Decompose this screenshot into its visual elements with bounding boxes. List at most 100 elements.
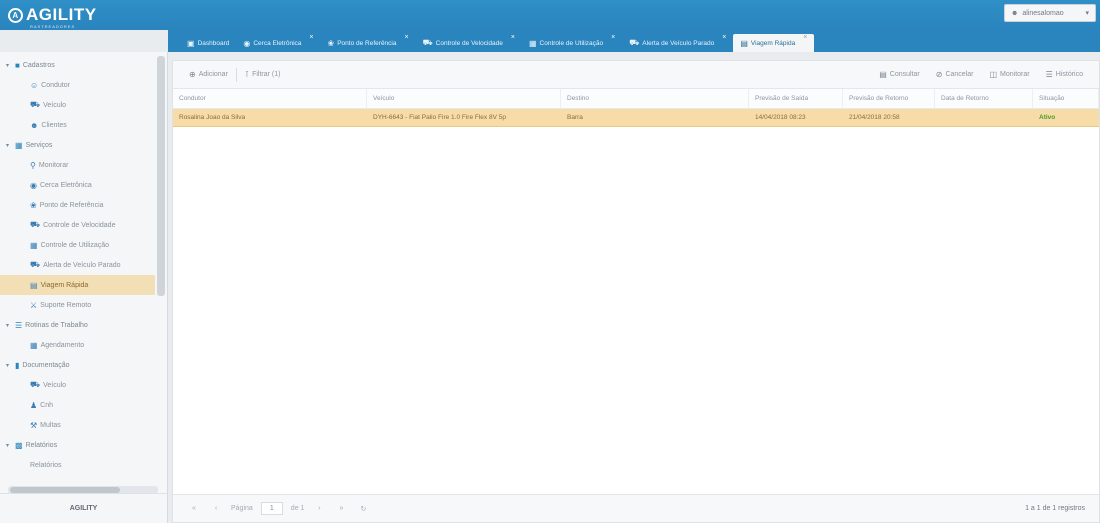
sidebar-group-cadastros[interactable]: ▾ ■ Cadastros [0, 55, 155, 75]
history-button[interactable]: ☰ Histórico [1038, 66, 1091, 84]
close-icon[interactable]: × [611, 34, 615, 41]
app-logo[interactable]: A AGILITY [8, 5, 97, 25]
chevron-down-icon: ▾ [6, 442, 10, 449]
column-header-previsao-saida[interactable]: Previsão de Saída [749, 88, 843, 109]
sidebar-item-viagem-rapida[interactable]: ▤ Viagem Rápida [0, 275, 155, 295]
sidebar-item-multas[interactable]: ⚒ Multas [0, 415, 155, 435]
sidebar-scroll-thumb[interactable] [157, 56, 165, 296]
monitor-button[interactable]: ◫ Monitorar [981, 66, 1037, 84]
user-menu[interactable]: ☻ alinesalomao ▾ [1004, 4, 1096, 22]
globe-icon: ❀ [30, 200, 37, 210]
support-icon: ⚔ [30, 300, 38, 310]
user-icon: ♟ [30, 400, 38, 410]
monitor-icon: ▣ [187, 38, 195, 48]
sidebar-item-condutor[interactable]: ☺ Condutor [0, 75, 155, 95]
first-page-button[interactable]: « [187, 505, 201, 512]
document-icon: ▤ [879, 70, 887, 79]
tab-controle-utilizacao[interactable]: ▦ Controle de Utilização × [522, 34, 622, 52]
chevron-down-icon: ▾ [6, 142, 10, 149]
cancel-icon: ⊘ [935, 70, 943, 79]
tab-label: Viagem Rápida [750, 39, 796, 47]
consult-button[interactable]: ▤ Consultar [871, 66, 928, 84]
record-count: 1 a 1 de 1 registros [1025, 505, 1085, 512]
sidebar-item-controle-velocidade[interactable]: ⛟ Controle de Velocidade [0, 215, 155, 235]
bar-chart-icon: ▩ [15, 440, 23, 450]
column-header-previsao-retorno[interactable]: Previsão de Retorno [843, 88, 935, 109]
chevron-down-icon: ▾ [6, 322, 10, 329]
close-icon[interactable]: × [511, 34, 515, 41]
users-icon: ☺ [30, 80, 39, 90]
next-page-button[interactable]: › [312, 505, 326, 512]
close-icon[interactable]: × [803, 34, 807, 41]
logo-mark-icon: A [8, 7, 23, 23]
car-icon: ⛟ [30, 260, 41, 269]
history-icon: ☰ [1045, 70, 1053, 79]
tab-viagem-rapida[interactable]: ▤ Viagem Rápida × [733, 34, 815, 52]
sidebar-item-label: Suporte Remoto [40, 301, 92, 309]
cell-previsao-saida: 14/04/2018 08:23 [755, 114, 806, 121]
lock-icon: ◉ [243, 38, 251, 48]
tab-alerta-veiculo-parado[interactable]: ⛟ Alerta de Veículo Parado × [622, 34, 733, 52]
sidebar-item-label: Condutor [41, 81, 70, 89]
sidebar-group-relatorios[interactable]: ▾ ▩ Relatórios [0, 435, 155, 455]
cell-condutor: Rosalina Joao da Silva [179, 114, 246, 121]
globe-icon: ❀ [327, 38, 335, 48]
sidebar-item-agendamento[interactable]: ▦ Agendamento [0, 335, 155, 355]
sidebar-item-cerca-eletronica[interactable]: ◉ Cerca Eletrônica [0, 175, 155, 195]
column-header-data-retorno[interactable]: Data de Retorno [935, 88, 1033, 109]
filter-button-label: Filtrar (1) [252, 71, 281, 78]
sidebar-item-veiculo[interactable]: ⛟ Veículo [0, 95, 155, 115]
close-icon[interactable]: × [722, 34, 726, 41]
add-button[interactable]: ⊕ Adicionar [181, 66, 236, 84]
tab-label: Alerta de Veículo Parado [642, 39, 715, 47]
page-number-input[interactable] [260, 502, 283, 515]
sidebar-group-rotinas[interactable]: ▾ ☰ Rotinas de Trabalho [0, 315, 155, 335]
tab-cerca-eletronica[interactable]: ◉ Cerca Eletrônica × [236, 34, 320, 52]
chevron-down-icon: ▾ [6, 62, 10, 69]
sidebar-group-label: Documentação [22, 361, 70, 369]
sidebar-item-relatorios[interactable]: Relatórios [0, 455, 155, 475]
sidebar-item-ponto-referencia[interactable]: ❀ Ponto de Referência [0, 195, 155, 215]
lock-icon: ◉ [30, 180, 37, 190]
cancel-button[interactable]: ⊘ Cancelar [928, 66, 982, 84]
tab-ponto-referencia[interactable]: ❀ Ponto de Referência × [321, 34, 416, 52]
calendar-icon: ▦ [30, 340, 38, 350]
sidebar-group-documentacao[interactable]: ▾ ▮ Documentação [0, 355, 155, 375]
sidebar-scrollbar[interactable] [157, 56, 165, 486]
sidebar-item-label: Viagem Rápida [40, 281, 89, 289]
sidebar-item-suporte-remoto[interactable]: ⚔ Suporte Remoto [0, 295, 155, 315]
column-header-veiculo[interactable]: Veículo [367, 88, 561, 109]
cell-veiculo: DYH-6643 - Fiat Palio Fire 1.0 Fire Flex… [373, 114, 506, 121]
column-header-situacao[interactable]: Situação [1033, 88, 1099, 109]
sidebar-item-label: Controle de Utilização [40, 241, 110, 249]
prev-page-button[interactable]: ‹ [209, 505, 223, 512]
sidebar-item-label: Alerta de Veículo Parado [43, 261, 121, 269]
sidebar-item-doc-veiculo[interactable]: ⛟ Veículo [0, 375, 155, 395]
sidebar-item-cnh[interactable]: ♟ Cnh [0, 395, 155, 415]
sidebar-group-servicos[interactable]: ▾ ▦ Serviços [0, 135, 155, 155]
car-icon: ⛟ [629, 38, 640, 47]
history-button-label: Histórico [1055, 71, 1083, 78]
sidebar-footer-brand: AGILITY [0, 493, 167, 523]
last-page-button[interactable]: » [334, 505, 348, 512]
calendar-icon: ▦ [30, 240, 38, 250]
sidebar-item-clientes[interactable]: ☻ Clientes [0, 115, 155, 135]
clipboard-icon: ▤ [740, 38, 748, 48]
sidebar-item-monitorar[interactable]: ⚲ Monitorar [0, 155, 155, 175]
refresh-icon[interactable]: ↻ [356, 505, 370, 513]
tab-bar: ▣ Dashboard ◉ Cerca Eletrônica × ❀ Ponto… [168, 30, 1100, 52]
sidebar-group-label: Rotinas de Trabalho [25, 321, 88, 329]
column-header-destino[interactable]: Destino [561, 88, 749, 109]
filter-button[interactable]: ⊺ Filtrar (1) [237, 66, 289, 84]
column-header-condutor[interactable]: Condutor [173, 88, 367, 109]
tab-controle-velocidade[interactable]: ⛟ Controle de Velocidade × [416, 34, 522, 52]
table-row[interactable]: Rosalina Joao da Silva DYH-6643 - Fiat P… [173, 109, 1099, 127]
tab-dashboard[interactable]: ▣ Dashboard [180, 34, 236, 52]
close-icon[interactable]: × [404, 34, 408, 41]
sidebar-item-label: Clientes [41, 121, 67, 129]
close-icon[interactable]: × [309, 34, 313, 41]
map-icon: ◫ [989, 70, 998, 79]
calendar-icon: ▦ [528, 38, 537, 48]
sidebar-item-controle-utilizacao[interactable]: ▦ Controle de Utilização [0, 235, 155, 255]
sidebar-item-alerta-veiculo-parado[interactable]: ⛟ Alerta de Veículo Parado [0, 255, 155, 275]
